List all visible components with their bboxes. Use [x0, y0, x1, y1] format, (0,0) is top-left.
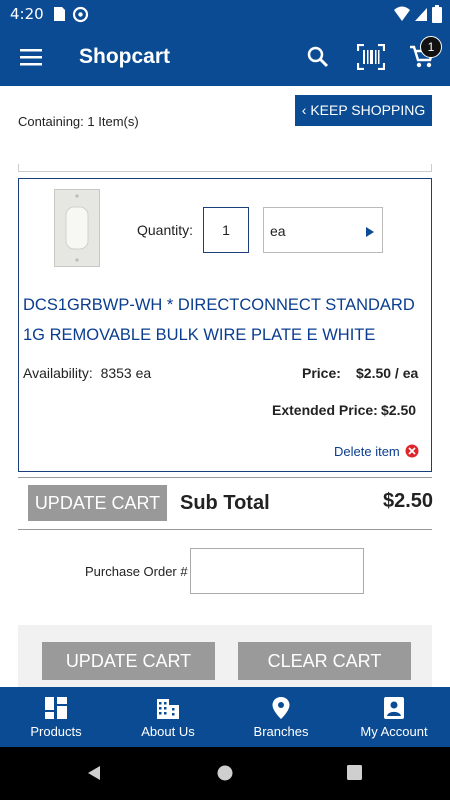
price-value: $2.50 / ea: [356, 365, 419, 381]
keep-shopping-button[interactable]: ‹ KEEP SHOPPING: [295, 95, 432, 126]
nav-branches-label: Branches: [253, 724, 309, 739]
update-cart-button[interactable]: UPDATE CART: [28, 485, 167, 521]
purchase-order-input[interactable]: [190, 548, 364, 594]
system-navigation-bar: [0, 747, 450, 800]
account-icon: [384, 697, 404, 719]
nav-my-account[interactable]: My Account: [338, 687, 450, 747]
delete-item-link[interactable]: Delete item: [334, 444, 400, 459]
divider: [18, 164, 432, 172]
subtotal-value: $2.50: [383, 490, 434, 512]
building-icon: [157, 699, 179, 719]
containing-value: 1 Item(s): [87, 114, 139, 129]
quantity-label: Quantity:: [137, 222, 194, 238]
nav-products-label: Products: [30, 724, 82, 739]
quantity-input[interactable]: 1: [203, 207, 249, 253]
extended-price-label: Extended Price:: [272, 402, 378, 418]
signal-icon: [415, 8, 427, 21]
sd-card-icon: [54, 7, 65, 21]
battery-icon: [432, 5, 442, 23]
status-bar: 4:20: [0, 0, 450, 28]
item-count: Containing: 1 Item(s): [18, 114, 139, 129]
dropdown-arrow-icon: [366, 227, 374, 237]
update-cart-button-bottom[interactable]: UPDATE CART: [42, 642, 215, 680]
wifi-icon: [394, 6, 410, 21]
containing-label: Containing:: [18, 114, 84, 129]
nav-branches[interactable]: Branches: [225, 687, 337, 747]
search-icon[interactable]: [307, 46, 329, 68]
nav-about-us[interactable]: About Us: [112, 687, 224, 747]
page-title: Shopcart: [79, 45, 171, 68]
back-icon[interactable]: [86, 765, 102, 781]
recents-icon[interactable]: [347, 765, 362, 780]
delete-icon[interactable]: [405, 444, 419, 458]
barcode-scan-icon[interactable]: [357, 44, 385, 70]
nav-my-account-label: My Account: [360, 724, 428, 739]
subtotal-label: Sub Total: [180, 492, 270, 514]
product-name-link[interactable]: DCS1GRBWP-WH * DIRECTCONNECT STANDARD 1G…: [23, 290, 423, 350]
home-icon[interactable]: [217, 765, 233, 781]
purchase-order-label: Purchase Order #: [85, 564, 188, 579]
unit-select-value: ea: [270, 223, 286, 239]
nav-about-us-label: About Us: [141, 724, 195, 739]
availability: Availability: 8353 ea: [23, 365, 151, 381]
products-grid-icon: [45, 697, 67, 719]
product-image[interactable]: [54, 189, 100, 267]
extended-price-value: $2.50: [381, 402, 417, 418]
price-label: Price:: [302, 365, 341, 381]
app-bar: Shopcart: [0, 28, 450, 86]
availability-label: Availability:: [23, 365, 93, 381]
unit-select[interactable]: ea: [263, 207, 383, 253]
status-time: 4:20: [10, 5, 44, 23]
nav-products[interactable]: Products: [0, 687, 112, 747]
sync-icon: [72, 6, 89, 23]
availability-value: 8353 ea: [100, 365, 152, 381]
menu-icon[interactable]: [20, 48, 42, 66]
location-pin-icon: [272, 697, 290, 719]
bottom-navigation: Products About Us Branches My Account: [0, 687, 450, 747]
clear-cart-button[interactable]: CLEAR CART: [238, 642, 411, 680]
cart-count-badge: 1: [420, 36, 442, 58]
